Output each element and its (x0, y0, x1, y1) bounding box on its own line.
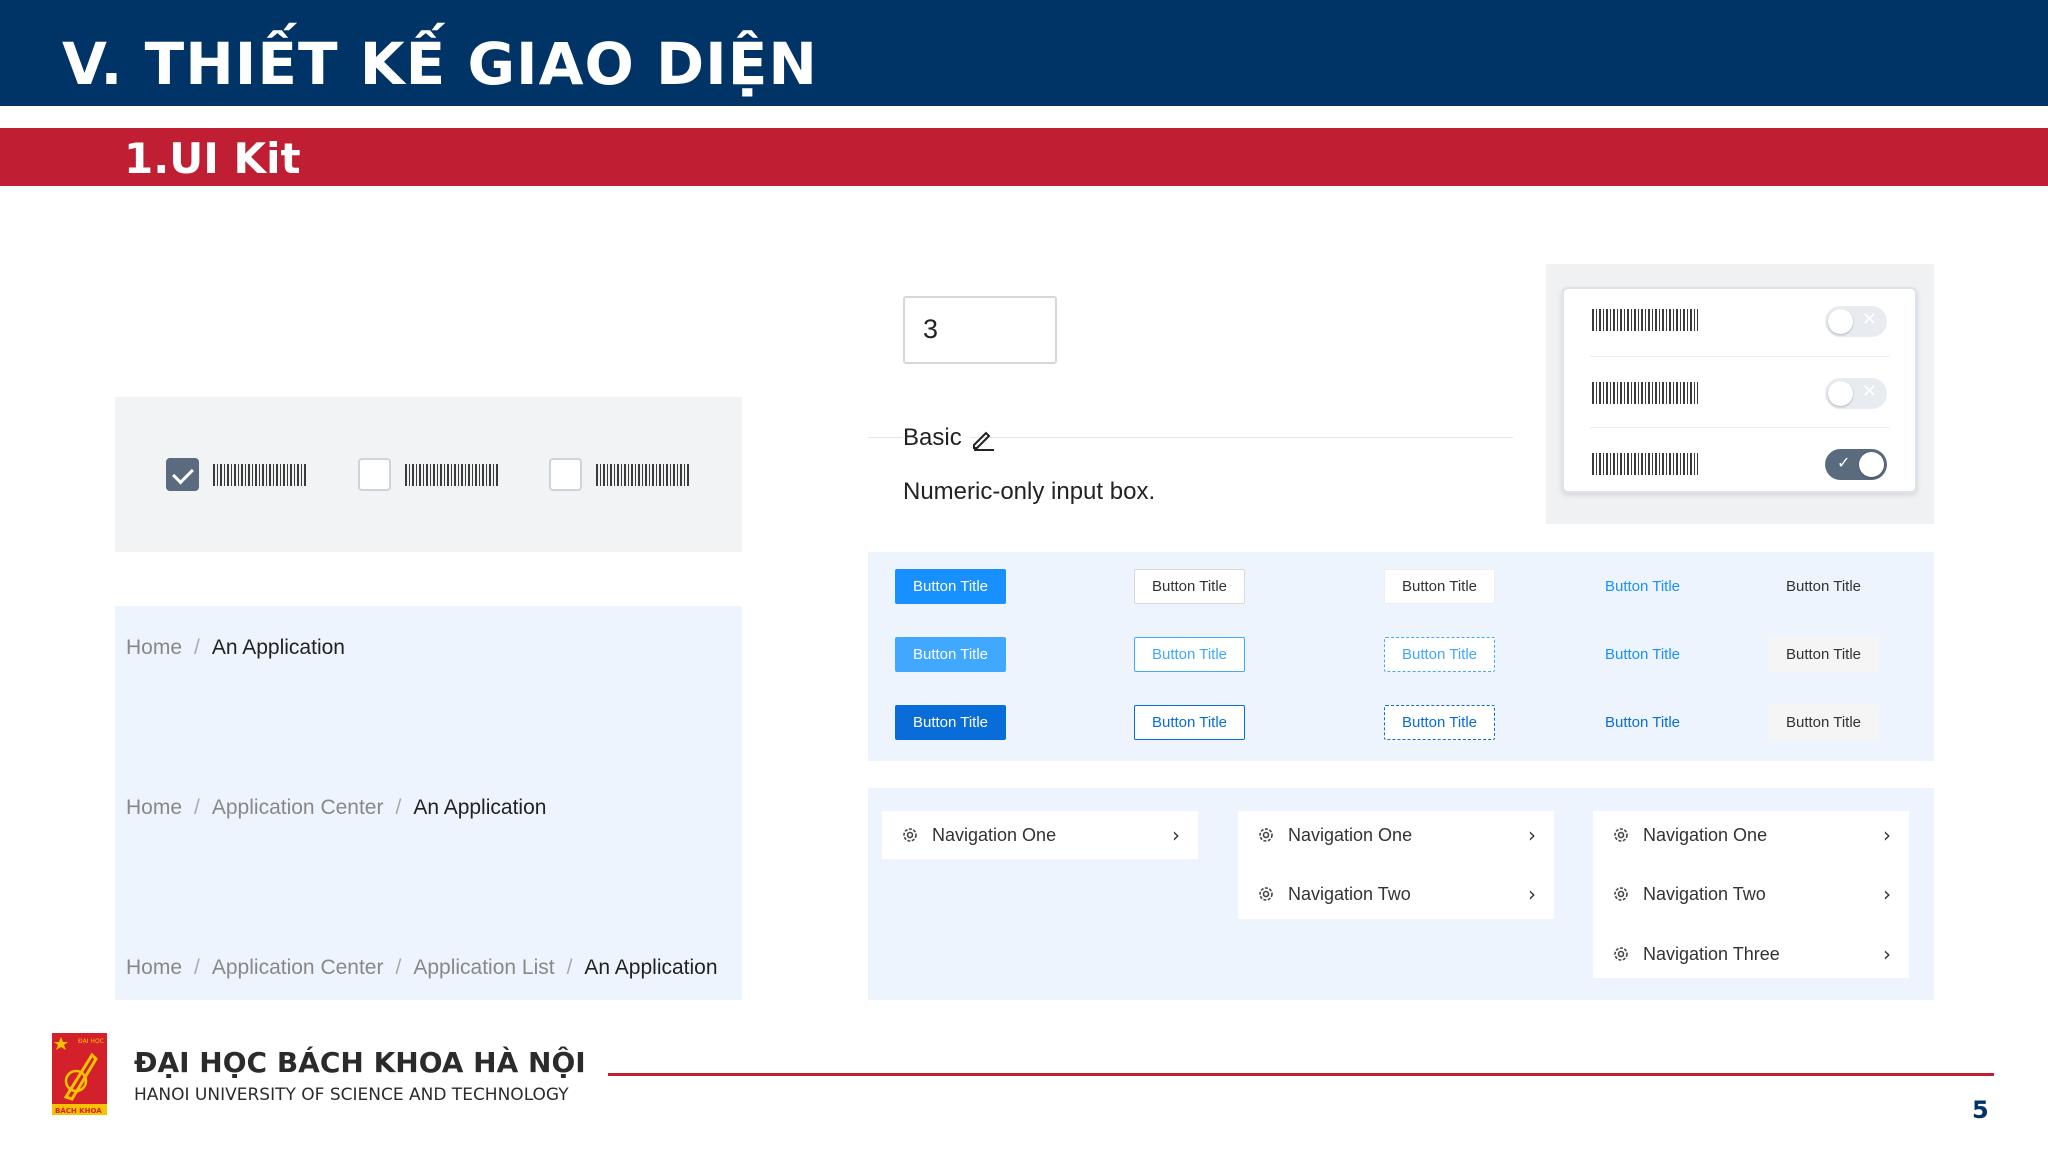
university-name-vn: ĐẠI HỌC BÁCH KHOA HÀ NỘI (134, 1046, 586, 1079)
nav-item-label: Navigation One (932, 824, 1057, 845)
nav-item-label: Navigation Three (1643, 943, 1780, 964)
chevron-right-icon: › (1172, 823, 1180, 847)
checkbox-unchecked[interactable] (549, 458, 582, 491)
divider (1590, 427, 1890, 428)
toggle-switch-off[interactable]: ✕ (1825, 378, 1887, 409)
close-icon: ✕ (1861, 309, 1877, 329)
gear-icon (903, 828, 917, 842)
nav-item-label: Navigation Two (1288, 883, 1411, 904)
breadcrumb-link[interactable]: Application Center (212, 956, 384, 979)
breadcrumb-separator: / (194, 636, 200, 659)
breadcrumb-current: An Application (584, 956, 718, 979)
link-button[interactable]: Button Title (1587, 569, 1698, 604)
nav-item[interactable]: Navigation Three › (1611, 933, 1891, 975)
nav-item[interactable]: Navigation One › (1611, 814, 1891, 856)
university-logo: ĐẠI HỌC BÁCH KHOA (52, 1033, 107, 1115)
breadcrumb: Home / Application Center / An Application (126, 796, 546, 820)
default-button-hover[interactable]: Button Title (1134, 637, 1245, 672)
chevron-right-icon: › (1528, 823, 1536, 847)
checkbox-label-placeholder (596, 464, 690, 486)
breadcrumb-link[interactable]: Home (126, 956, 182, 979)
svg-text:BÁCH KHOA: BÁCH KHOA (55, 1106, 102, 1115)
checkbox-label-placeholder (213, 464, 308, 486)
switch-label-placeholder (1592, 309, 1698, 331)
gear-icon (1614, 828, 1628, 842)
breadcrumb-current: An Application (413, 796, 547, 819)
default-button[interactable]: Button Title (1134, 569, 1245, 604)
breadcrumb-link[interactable]: Application Center (212, 796, 384, 819)
breadcrumb-link[interactable]: Home (126, 636, 182, 659)
chevron-right-icon: › (1883, 942, 1891, 966)
dashed-button-active[interactable]: Button Title (1384, 705, 1495, 740)
dashed-button[interactable]: Button Title (1384, 569, 1495, 604)
input-label: Basic (903, 424, 970, 452)
breadcrumb-current: An Application (211, 636, 345, 659)
close-icon: ✕ (1861, 381, 1877, 401)
primary-button[interactable]: Button Title (895, 569, 1006, 604)
toggle-switch-off[interactable]: ✕ (1825, 306, 1887, 337)
nav-item-label: Navigation Two (1643, 883, 1766, 904)
gear-icon (1614, 887, 1628, 901)
breadcrumb-separator: / (194, 796, 200, 819)
default-button-active[interactable]: Button Title (1134, 705, 1245, 740)
subtitle-bar (0, 128, 2048, 186)
nav-item[interactable]: Navigation One › (900, 814, 1180, 856)
gear-icon (1259, 887, 1273, 901)
breadcrumb-separator: / (194, 956, 200, 979)
text-button-hover[interactable]: Button Title (1768, 637, 1879, 672)
checkbox-checked[interactable] (166, 458, 199, 491)
nav-item[interactable]: Navigation Two › (1256, 873, 1536, 915)
slide-subtitle: 1.UI Kit (124, 134, 301, 183)
footer-divider (608, 1073, 1994, 1076)
input-description: Numeric-only input box. (903, 478, 1156, 505)
nav-item-label: Navigation One (1288, 824, 1413, 845)
switch-label-placeholder (1592, 382, 1698, 404)
primary-button-hover[interactable]: Button Title (895, 637, 1006, 672)
svg-text:ĐẠI HỌC: ĐẠI HỌC (78, 1038, 104, 1045)
page-number: 5 (1972, 1096, 1989, 1124)
switch-label-placeholder (1592, 453, 1698, 475)
nav-item[interactable]: Navigation Two › (1611, 873, 1891, 915)
breadcrumb-separator: / (395, 796, 402, 819)
breadcrumb-separator: / (395, 956, 402, 979)
nav-item-label: Navigation One (1643, 824, 1768, 845)
text-button-active[interactable]: Button Title (1768, 705, 1879, 740)
toggle-switch-on[interactable]: ✓ (1825, 449, 1887, 480)
gear-icon (1259, 828, 1273, 842)
pencil-icon[interactable] (970, 426, 996, 452)
breadcrumb-link[interactable]: Home (126, 796, 182, 819)
breadcrumb: Home / Application Center / Application List… (126, 956, 718, 980)
chevron-right-icon: › (1883, 823, 1891, 847)
breadcrumb-link[interactable]: Application List (413, 956, 554, 979)
university-name-en: HANOI UNIVERSITY OF SCIENCE AND TECHNOLO… (134, 1085, 569, 1105)
nav-item[interactable]: Navigation One › (1256, 814, 1536, 856)
link-button-hover[interactable]: Button Title (1587, 637, 1698, 672)
number-input[interactable]: 3 (903, 296, 1057, 364)
checkbox-unchecked[interactable] (358, 458, 391, 491)
gear-icon (1614, 947, 1628, 961)
link-button-active[interactable]: Button Title (1587, 705, 1698, 740)
dashed-button-hover[interactable]: Button Title (1384, 637, 1495, 672)
text-button[interactable]: Button Title (1768, 569, 1879, 604)
divider (1590, 356, 1890, 357)
check-icon: ✓ (1837, 455, 1851, 472)
checkbox-label-placeholder (405, 464, 498, 486)
chevron-right-icon: › (1528, 882, 1536, 906)
breadcrumb: Home / An Application (126, 636, 345, 660)
chevron-right-icon: › (1883, 882, 1891, 906)
slide-title: V. THIẾT KẾ GIAO DIỆN (62, 30, 818, 98)
primary-button-active[interactable]: Button Title (895, 705, 1006, 740)
breadcrumb-separator: / (566, 956, 573, 979)
